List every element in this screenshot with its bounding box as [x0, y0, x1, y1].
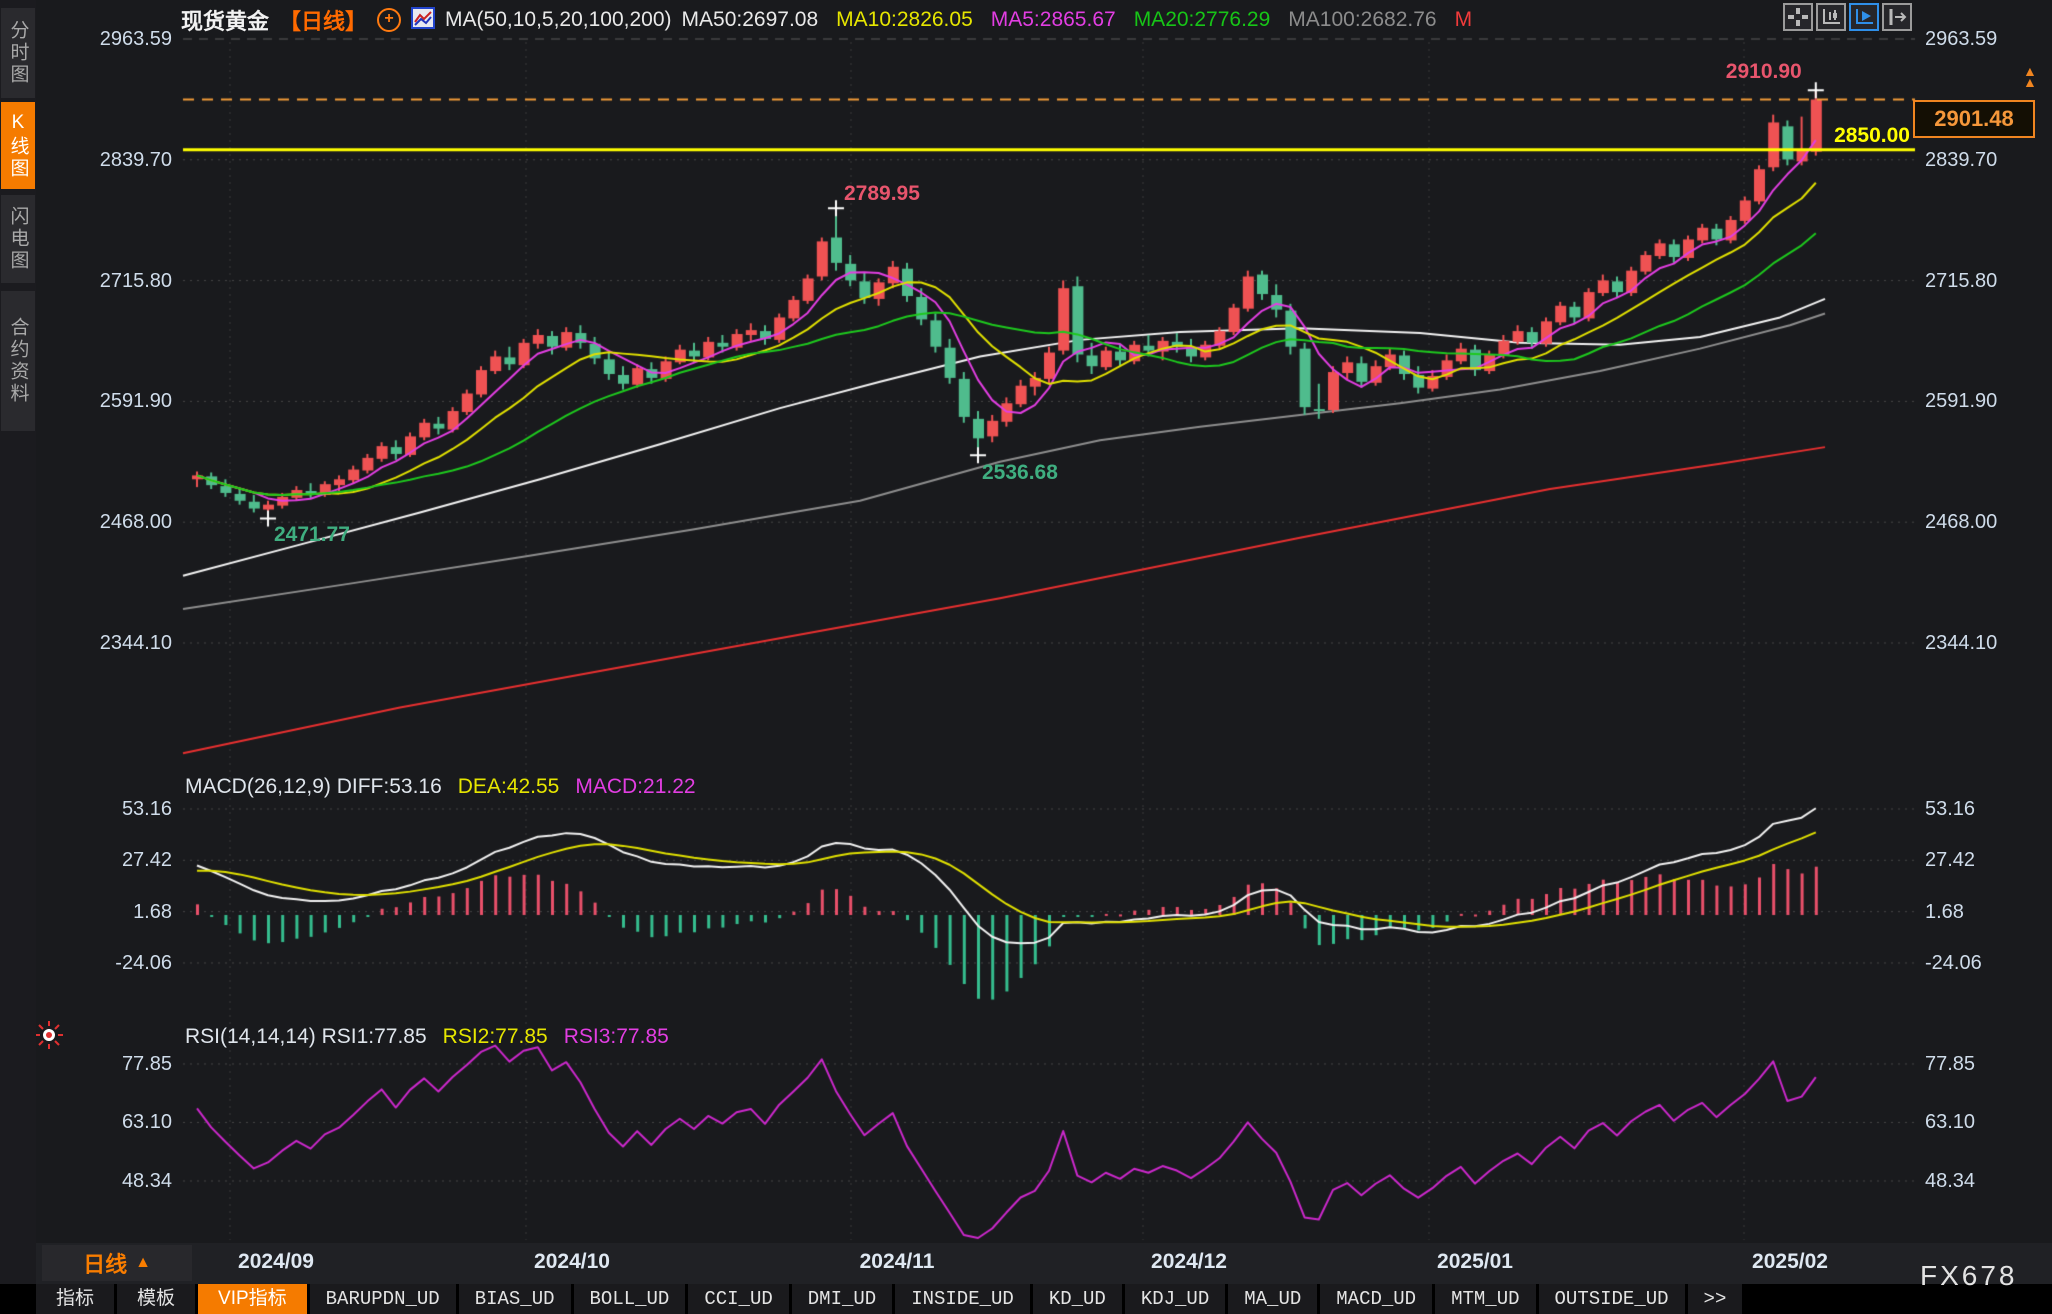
level-price-label: 2850.00 [1818, 124, 1910, 148]
axis-play-icon[interactable] [1849, 3, 1879, 31]
tab-指标[interactable]: 指标 [36, 1284, 114, 1314]
watermark: FX678 [1920, 1260, 2018, 1292]
low-annotation-2: 2536.68 [982, 461, 1058, 485]
tab-dmi-ud[interactable]: DMI_UD [792, 1284, 892, 1314]
chart-toolbar [1783, 3, 1912, 31]
rsi-tick-left: 48.34 [20, 1169, 172, 1193]
high-annotation-1: 2789.95 [844, 182, 920, 206]
rsi-tick-right: 77.85 [1925, 1052, 2052, 1076]
time-axis: 日线 ▲ 2024/09 2024/10 2024/11 2024/12 2025/01… [36, 1243, 2052, 1284]
tab-inside-ud[interactable]: INSIDE_UD [895, 1284, 1030, 1314]
high-annotation-3: 2910.90 [1726, 60, 1802, 84]
macd-segment-0: MACD(26,12,9) DIFF:53.16 [185, 775, 442, 799]
tab-cci-ud[interactable]: CCI_UD [688, 1284, 788, 1314]
date-label-1: 2024/10 [534, 1250, 610, 1274]
tab-ma-ud[interactable]: MA_UD [1228, 1284, 1317, 1314]
rsi-tick-right: 63.10 [1925, 1110, 2052, 1134]
rsi-tick-left: 77.85 [20, 1052, 172, 1076]
sidebar-item-3[interactable]: 合约资料 [1, 291, 35, 431]
period-tag[interactable]: 【日线】 [279, 4, 367, 36]
macd-tick-left: 27.42 [20, 848, 172, 872]
macd-title: MACD(26,12,9) DIFF:53.16 DEA:42.55 MACD:21… [185, 775, 696, 799]
move-cross-icon[interactable] [1783, 3, 1813, 31]
macd-tick-right: -24.06 [1925, 951, 2052, 975]
ma-values: MA50:2697.08 MA10:2826.05 MA5:2865.67 MA20:… [682, 8, 1473, 32]
sidebar: 分时图 K线图闪电图合约资料 [0, 0, 36, 1284]
date-label-5: 2025/02 [1752, 1250, 1828, 1274]
target-circle-icon[interactable]: + [377, 8, 401, 32]
macd-tick-left: -24.06 [20, 951, 172, 975]
sidebar-item-2[interactable]: 闪电图 [1, 195, 35, 283]
price-tick-right: 2715.80 [1925, 269, 2052, 293]
ma-value-3: MA20:2776.29 [1134, 8, 1271, 32]
sun-marker-icon [34, 1020, 64, 1055]
price-tick-left: 2839.70 [20, 148, 172, 172]
macd-tick-left: 53.16 [20, 797, 172, 821]
rsi-title: RSI(14,14,14) RSI1:77.85 RSI2:77.85 RSI3:7… [185, 1025, 669, 1049]
chart-header: 现货黄金 【日线】 + MA(50,10,5,20,100,200) MA50:… [181, 6, 1472, 34]
price-tick-right: 2839.70 [1925, 148, 2052, 172]
triangle-up-icon: ▲ [135, 1254, 151, 1272]
price-tick-right: 2963.59 [1925, 27, 2052, 51]
chart-type-icon[interactable] [411, 7, 435, 34]
symbol-title: 现货黄金 [181, 4, 269, 36]
arrow-up-icon: ▲ [2023, 74, 2037, 90]
macd-tick-right: 27.42 [1925, 848, 2052, 872]
price-tick-left: 2591.90 [20, 389, 172, 413]
ma-value-0: MA50:2697.08 [682, 8, 819, 32]
tab-macd-ud[interactable]: MACD_UD [1320, 1284, 1432, 1314]
tab-barupdn-ud[interactable]: BARUPDN_UD [310, 1284, 456, 1314]
tab-bias-ud[interactable]: BIAS_UD [459, 1284, 571, 1314]
macd-tick-right: 1.68 [1925, 900, 2052, 924]
indicator-tabs: 指标模板VIP指标BARUPDN_UDBIAS_UDBOLL_UDCCI_UDD… [36, 1284, 1742, 1314]
tab--[interactable]: >> [1688, 1284, 1743, 1314]
date-label-2: 2024/11 [860, 1250, 935, 1274]
price-tick-right: 2468.00 [1925, 510, 2052, 534]
macd-tick-right: 53.16 [1925, 797, 2052, 821]
period-selector-label: 日线 [83, 1247, 127, 1279]
sidebar-item-0[interactable]: 分时图 [1, 8, 35, 98]
period-selector-button[interactable]: 日线 ▲ [42, 1245, 192, 1281]
rsi-tick-right: 48.34 [1925, 1169, 2052, 1193]
last-price-tag: 2901.48 [1913, 100, 2035, 138]
macd-tick-left: 1.68 [20, 900, 172, 924]
rsi-segment-0: RSI(14,14,14) RSI1:77.85 [185, 1025, 427, 1049]
tab-vip指标[interactable]: VIP指标 [198, 1284, 307, 1314]
macd-segment-2: MACD:21.22 [575, 775, 695, 799]
ma-value-2: MA5:2865.67 [991, 8, 1116, 32]
tab-boll-ud[interactable]: BOLL_UD [574, 1284, 686, 1314]
low-annotation-0: 2471.77 [274, 523, 350, 547]
price-tick-left: 2468.00 [20, 510, 172, 534]
price-tick-left: 2963.59 [20, 27, 172, 51]
rsi-segment-2: RSI3:77.85 [564, 1025, 669, 1049]
ma-value-5: M [1455, 8, 1473, 32]
tab-kdj-ud[interactable]: KDJ_UD [1125, 1284, 1225, 1314]
price-tick-right: 2344.10 [1925, 631, 2052, 655]
price-tick-left: 2344.10 [20, 631, 172, 655]
rsi-segment-1: RSI2:77.85 [443, 1025, 548, 1049]
ma-value-4: MA100:2682.76 [1288, 8, 1436, 32]
tab-mtm-ud[interactable]: MTM_UD [1435, 1284, 1535, 1314]
tab-outside-ud[interactable]: OUTSIDE_UD [1539, 1284, 1685, 1314]
sidebar-item-1[interactable]: K线图 [1, 102, 35, 189]
macd-segment-1: DEA:42.55 [458, 775, 560, 799]
date-label-0: 2024/09 [238, 1250, 314, 1274]
axis-scale-icon[interactable] [1816, 3, 1846, 31]
kline-app: 分时图 K线图闪电图合约资料 现货黄金 【日线】 + MA(50,10,5,20,… [0, 0, 2052, 1314]
date-label-3: 2024/12 [1151, 1250, 1227, 1274]
tab-kd-ud[interactable]: KD_UD [1033, 1284, 1122, 1314]
rsi-tick-left: 63.10 [20, 1110, 172, 1134]
ma-value-1: MA10:2826.05 [836, 8, 973, 32]
price-tick-right: 2591.90 [1925, 389, 2052, 413]
chart-canvas[interactable] [0, 0, 2052, 1243]
exit-right-icon[interactable] [1882, 3, 1912, 31]
price-tick-left: 2715.80 [20, 269, 172, 293]
price-up-arrows-icon: ▲▲ [2023, 66, 2037, 88]
indicator-tabbar: 指标模板VIP指标BARUPDN_UDBIAS_UDBOLL_UDCCI_UDD… [0, 1284, 2052, 1314]
tab-模板[interactable]: 模板 [117, 1284, 195, 1314]
date-label-4: 2025/01 [1437, 1250, 1513, 1274]
ma-settings-label: MA(50,10,5,20,100,200) [445, 8, 672, 32]
